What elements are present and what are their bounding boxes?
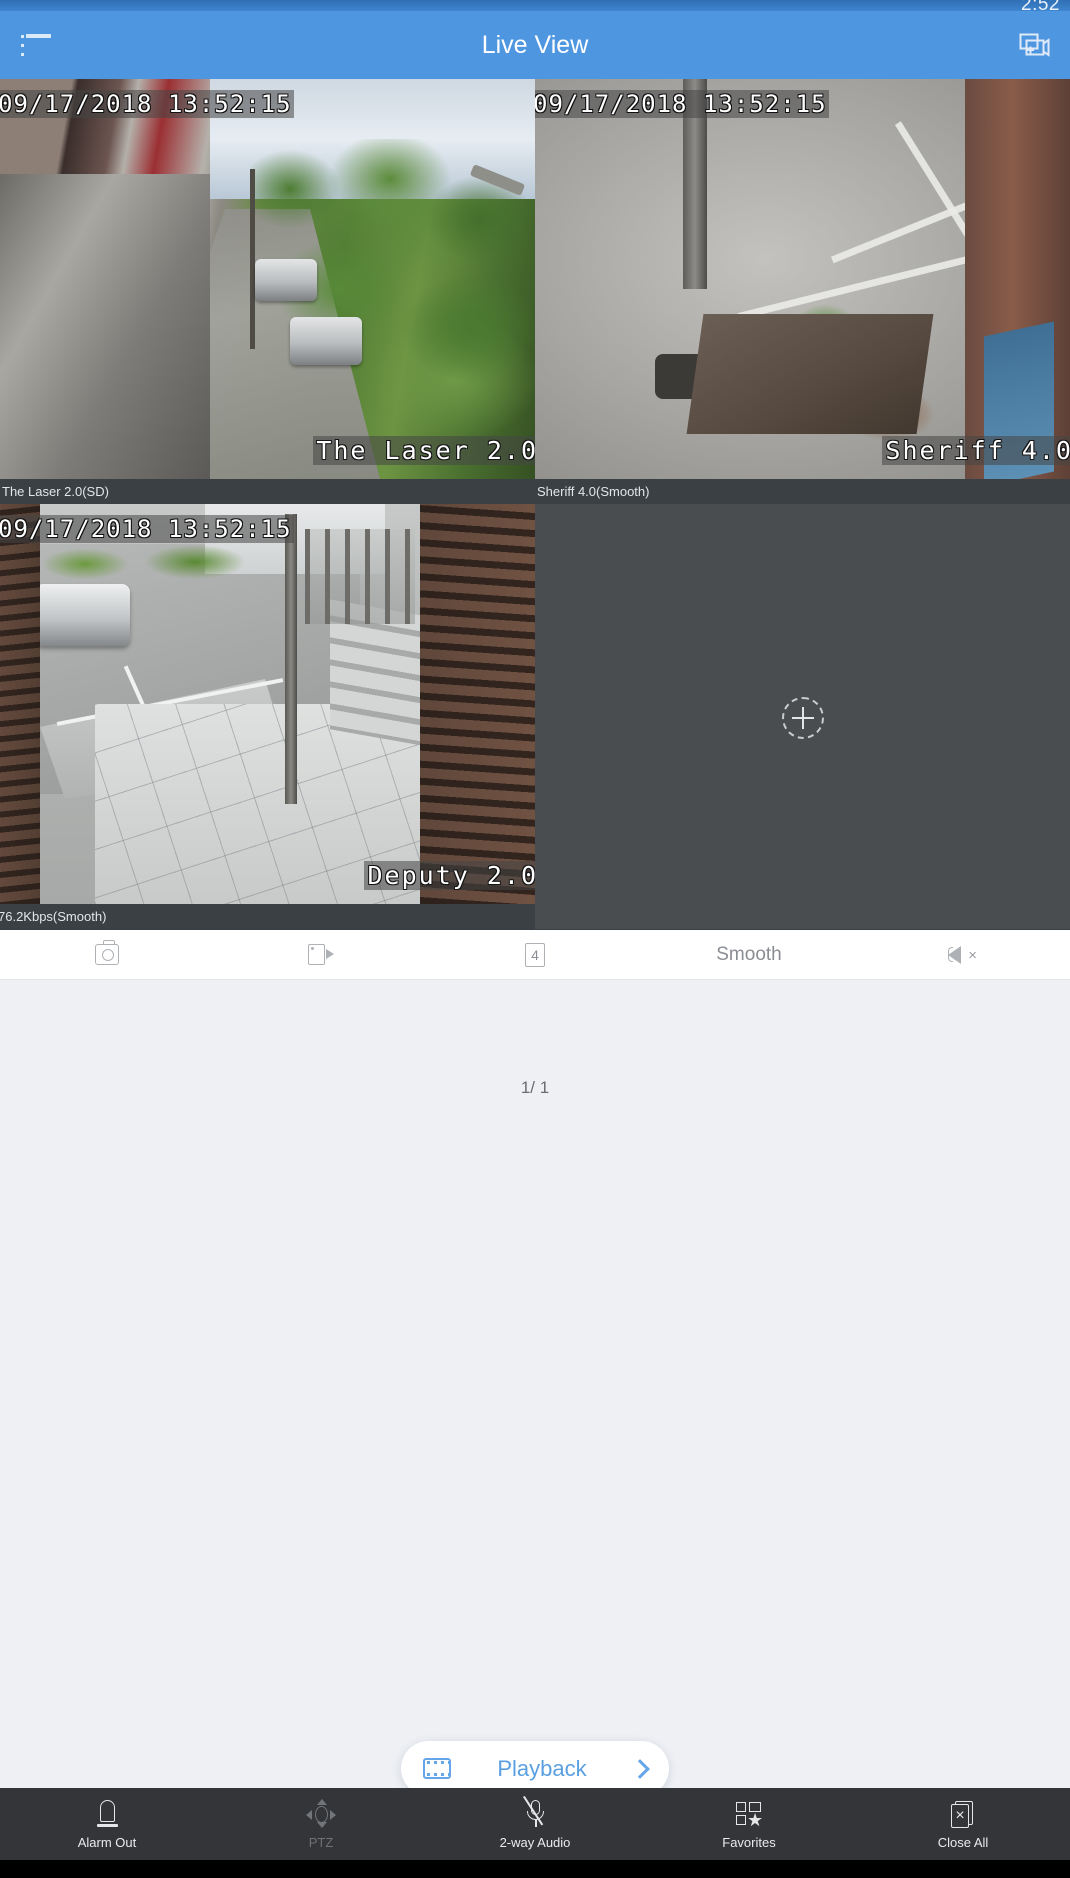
video-tile-empty[interactable] bbox=[535, 504, 1070, 929]
menu-button[interactable] bbox=[8, 11, 64, 79]
video-tile[interactable]: 09/17/2018 13:52:15 Sheriff 4.0 Sheriff … bbox=[535, 79, 1070, 504]
close-all-windows-icon: × bbox=[948, 1799, 978, 1829]
chevron-right-icon bbox=[630, 1758, 650, 1779]
speaker-muted-icon: × bbox=[948, 944, 978, 966]
video-stream[interactable]: 09/17/2018 13:52:15 Deputy 2.0 bbox=[0, 504, 535, 904]
favorites-star-icon: ★ bbox=[734, 1799, 764, 1829]
page-indicator: 1/ 1 bbox=[520, 1078, 550, 1097]
nav-label: Close All bbox=[937, 1834, 989, 1850]
live-view-screen: 2:52 Live View 09/17/2018 13:52:15 The L… bbox=[0, 0, 1070, 1878]
stream-status-strip: 76.2Kbps(Smooth) bbox=[0, 904, 535, 929]
video-stream[interactable]: 09/17/2018 13:52:15 Sheriff 4.0 bbox=[535, 79, 1070, 479]
stream-control-toolbar: 4 Smooth × bbox=[0, 930, 1070, 980]
camera-name-overlay: Deputy 2.0 bbox=[364, 861, 535, 890]
plus-in-dashed-circle-icon[interactable] bbox=[781, 697, 824, 739]
nav-label: 2-way Audio bbox=[499, 1834, 571, 1850]
video-tile[interactable]: 09/17/2018 13:52:15 Deputy 2.0 76.2Kbps(… bbox=[0, 504, 535, 929]
timestamp-overlay: 09/17/2018 13:52:15 bbox=[0, 515, 294, 543]
add-camera-window-icon bbox=[1019, 33, 1050, 57]
stream-status-label: Sheriff 4.0(Smooth) bbox=[537, 484, 650, 499]
film-strip-icon bbox=[423, 1758, 451, 1779]
window-split-icon: 4 bbox=[525, 942, 545, 967]
camera-scene-image bbox=[0, 79, 535, 479]
audio-mute-button[interactable]: × bbox=[856, 930, 1070, 980]
nav-item-close-all[interactable]: × Close All bbox=[856, 1788, 1070, 1860]
bottom-navigation-bar: Alarm Out PTZ 2-way Audio ★ Favorites × … bbox=[0, 1788, 1070, 1860]
system-clock: 2:52 bbox=[1021, 0, 1060, 11]
nav-label: Favorites bbox=[722, 1834, 776, 1850]
stream-status-label: 76.2Kbps(Smooth) bbox=[0, 909, 107, 924]
alarm-bell-icon bbox=[92, 1799, 122, 1829]
video-record-icon bbox=[308, 944, 334, 965]
ptz-dpad-icon bbox=[306, 1798, 336, 1829]
add-camera-window-button[interactable] bbox=[1006, 11, 1062, 79]
video-tile[interactable]: 09/17/2018 13:52:15 The Laser 2.0 The La… bbox=[0, 79, 535, 504]
playback-label: Playback bbox=[497, 1755, 587, 1781]
stream-quality-label: Smooth bbox=[716, 943, 782, 965]
timestamp-overlay: 09/17/2018 13:52:15 bbox=[0, 90, 294, 118]
page-title: Live View bbox=[481, 30, 589, 59]
nav-label: PTZ bbox=[308, 1834, 334, 1850]
camera-scene-image bbox=[0, 504, 535, 904]
home-indicator-bar bbox=[0, 1860, 1070, 1878]
camera-scene-image bbox=[535, 79, 1070, 479]
microphone-muted-icon bbox=[520, 1795, 550, 1829]
camera-name-overlay: The Laser 2.0 bbox=[313, 436, 535, 465]
window-split-button[interactable]: 4 bbox=[428, 930, 642, 980]
nav-item-favorites[interactable]: ★ Favorites bbox=[642, 1788, 856, 1860]
app-header: Live View bbox=[0, 11, 1070, 79]
nav-label: Alarm Out bbox=[77, 1834, 137, 1850]
stream-status-strip: The Laser 2.0(SD) bbox=[0, 479, 535, 504]
camera-name-overlay: Sheriff 4.0 bbox=[882, 436, 1070, 465]
nav-item-2way-audio[interactable]: 2-way Audio bbox=[428, 1788, 642, 1860]
nav-item-ptz[interactable]: PTZ bbox=[214, 1788, 428, 1860]
video-grid[interactable]: 09/17/2018 13:52:15 The Laser 2.0 The La… bbox=[0, 79, 1070, 930]
video-stream[interactable]: 09/17/2018 13:52:15 The Laser 2.0 bbox=[0, 79, 535, 479]
stream-status-strip: Sheriff 4.0(Smooth) bbox=[535, 479, 1070, 504]
camera-snapshot-icon bbox=[95, 940, 119, 965]
stream-status-label: The Laser 2.0(SD) bbox=[2, 484, 109, 499]
timestamp-overlay: 09/17/2018 13:52:15 bbox=[535, 90, 829, 118]
record-button[interactable] bbox=[214, 930, 428, 980]
system-status-bar: 2:52 bbox=[0, 0, 1070, 11]
nav-item-alarm-out[interactable]: Alarm Out bbox=[0, 1788, 214, 1860]
window-split-count: 4 bbox=[531, 946, 539, 963]
stream-quality-button[interactable]: Smooth bbox=[642, 930, 856, 980]
hamburger-menu-icon bbox=[21, 34, 51, 56]
snapshot-button[interactable] bbox=[0, 930, 214, 980]
